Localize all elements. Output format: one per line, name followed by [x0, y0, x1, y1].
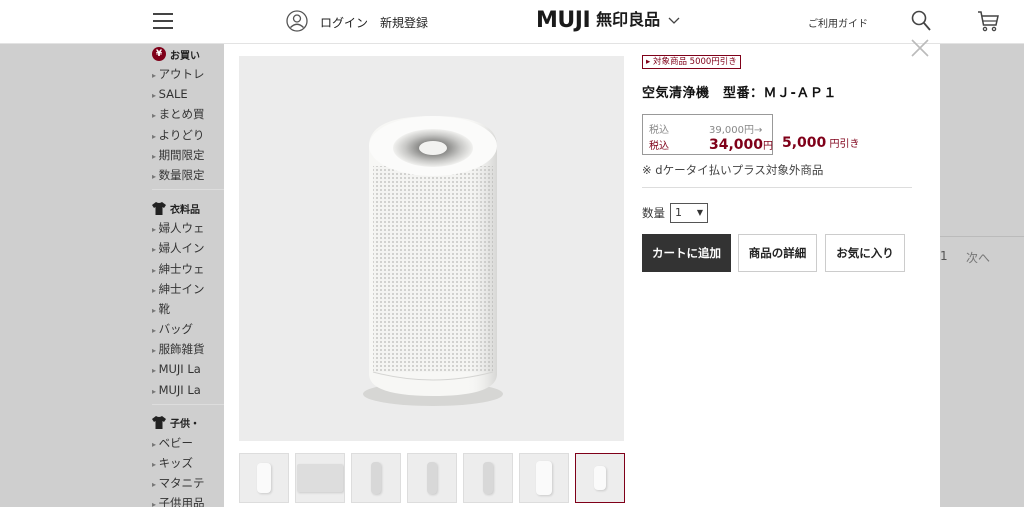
campaign-tag-label: 対象商品 5000円引き	[652, 57, 737, 67]
price-unit: 円→	[744, 125, 763, 136]
sale-price: 税込 34,000円	[649, 137, 773, 153]
product-thumbnail[interactable]	[295, 453, 345, 503]
menu-icon[interactable]	[153, 13, 173, 29]
muji-logo[interactable]: MUJI 無印良品	[536, 8, 660, 33]
tax-label: 税込	[649, 125, 669, 136]
thumbnail-strip	[239, 453, 625, 503]
sale-price-value: 34,000	[709, 137, 764, 153]
dropdown-arrow-icon: ▼	[696, 208, 703, 217]
original-price-value: 39,000	[709, 125, 744, 136]
product-thumbnail[interactable]	[351, 453, 401, 503]
site-header: ログイン 新規登録 MUJI 無印良品 ご利用ガイド	[0, 0, 1024, 44]
price-unit: 円	[763, 141, 774, 152]
product-main-image	[239, 56, 624, 441]
original-price: 税込 39,000円→	[649, 121, 762, 136]
payment-note: ※ dケータイ払いプラス対象外商品	[642, 163, 824, 177]
discount-unit: 円引き	[829, 139, 860, 150]
campaign-tag: ▸ 対象商品 5000円引き	[642, 55, 741, 69]
cart-icon[interactable]	[976, 10, 1000, 32]
divider	[642, 187, 912, 188]
product-detail-button[interactable]: 商品の詳細	[738, 234, 817, 272]
product-thumbnail[interactable]	[463, 453, 513, 503]
product-thumbnail[interactable]	[407, 453, 457, 503]
quantity-label: 数量	[642, 206, 665, 220]
close-icon[interactable]	[910, 38, 930, 58]
product-thumbnail[interactable]	[519, 453, 569, 503]
discount-amount: 5,000 円引き	[782, 135, 859, 151]
search-icon[interactable]	[911, 10, 931, 32]
add-to-cart-button[interactable]: カートに追加	[642, 234, 731, 272]
page-number[interactable]: 1	[940, 249, 948, 263]
product-thumbnail[interactable]	[239, 453, 289, 503]
guide-link[interactable]: ご利用ガイド	[808, 15, 868, 30]
sidebar-section-label: 衣料品	[170, 204, 200, 216]
price-box: 税込 39,000円→ 税込 34,000円	[642, 114, 773, 155]
yen-badge-icon: ¥	[152, 47, 166, 61]
login-link[interactable]: ログイン	[320, 14, 368, 31]
register-link[interactable]: 新規登録	[380, 14, 428, 31]
product-quickview-modal: ▸ 対象商品 5000円引き 空気清浄機 型番：ＭＪ-ＡＰ１ 税込 39,000円…	[224, 39, 940, 507]
shirt-icon	[152, 416, 166, 430]
chevron-down-icon[interactable]	[668, 14, 680, 26]
tax-label: 税込	[649, 141, 669, 152]
logo-en: MUJI	[536, 8, 591, 33]
air-purifier-image	[239, 56, 624, 441]
add-to-favorites-button[interactable]: お気に入り	[825, 234, 905, 272]
logo-jp: 無印良品	[596, 10, 661, 29]
user-icon[interactable]	[286, 10, 308, 32]
product-title: 空気清浄機 型番：ＭＪ-ＡＰ１	[642, 86, 837, 101]
shirt-icon	[152, 201, 166, 215]
quantity-select[interactable]: 1 ▼	[670, 203, 708, 223]
discount-value: 5,000	[782, 135, 827, 151]
sidebar-section-label: お買い	[170, 50, 200, 62]
next-page-link[interactable]: 次へ	[966, 249, 990, 266]
divider	[940, 236, 1024, 237]
product-thumbnail-selected[interactable]	[575, 453, 625, 503]
quantity-value: 1	[675, 206, 682, 219]
sidebar-section-label: 子供・	[170, 419, 200, 431]
